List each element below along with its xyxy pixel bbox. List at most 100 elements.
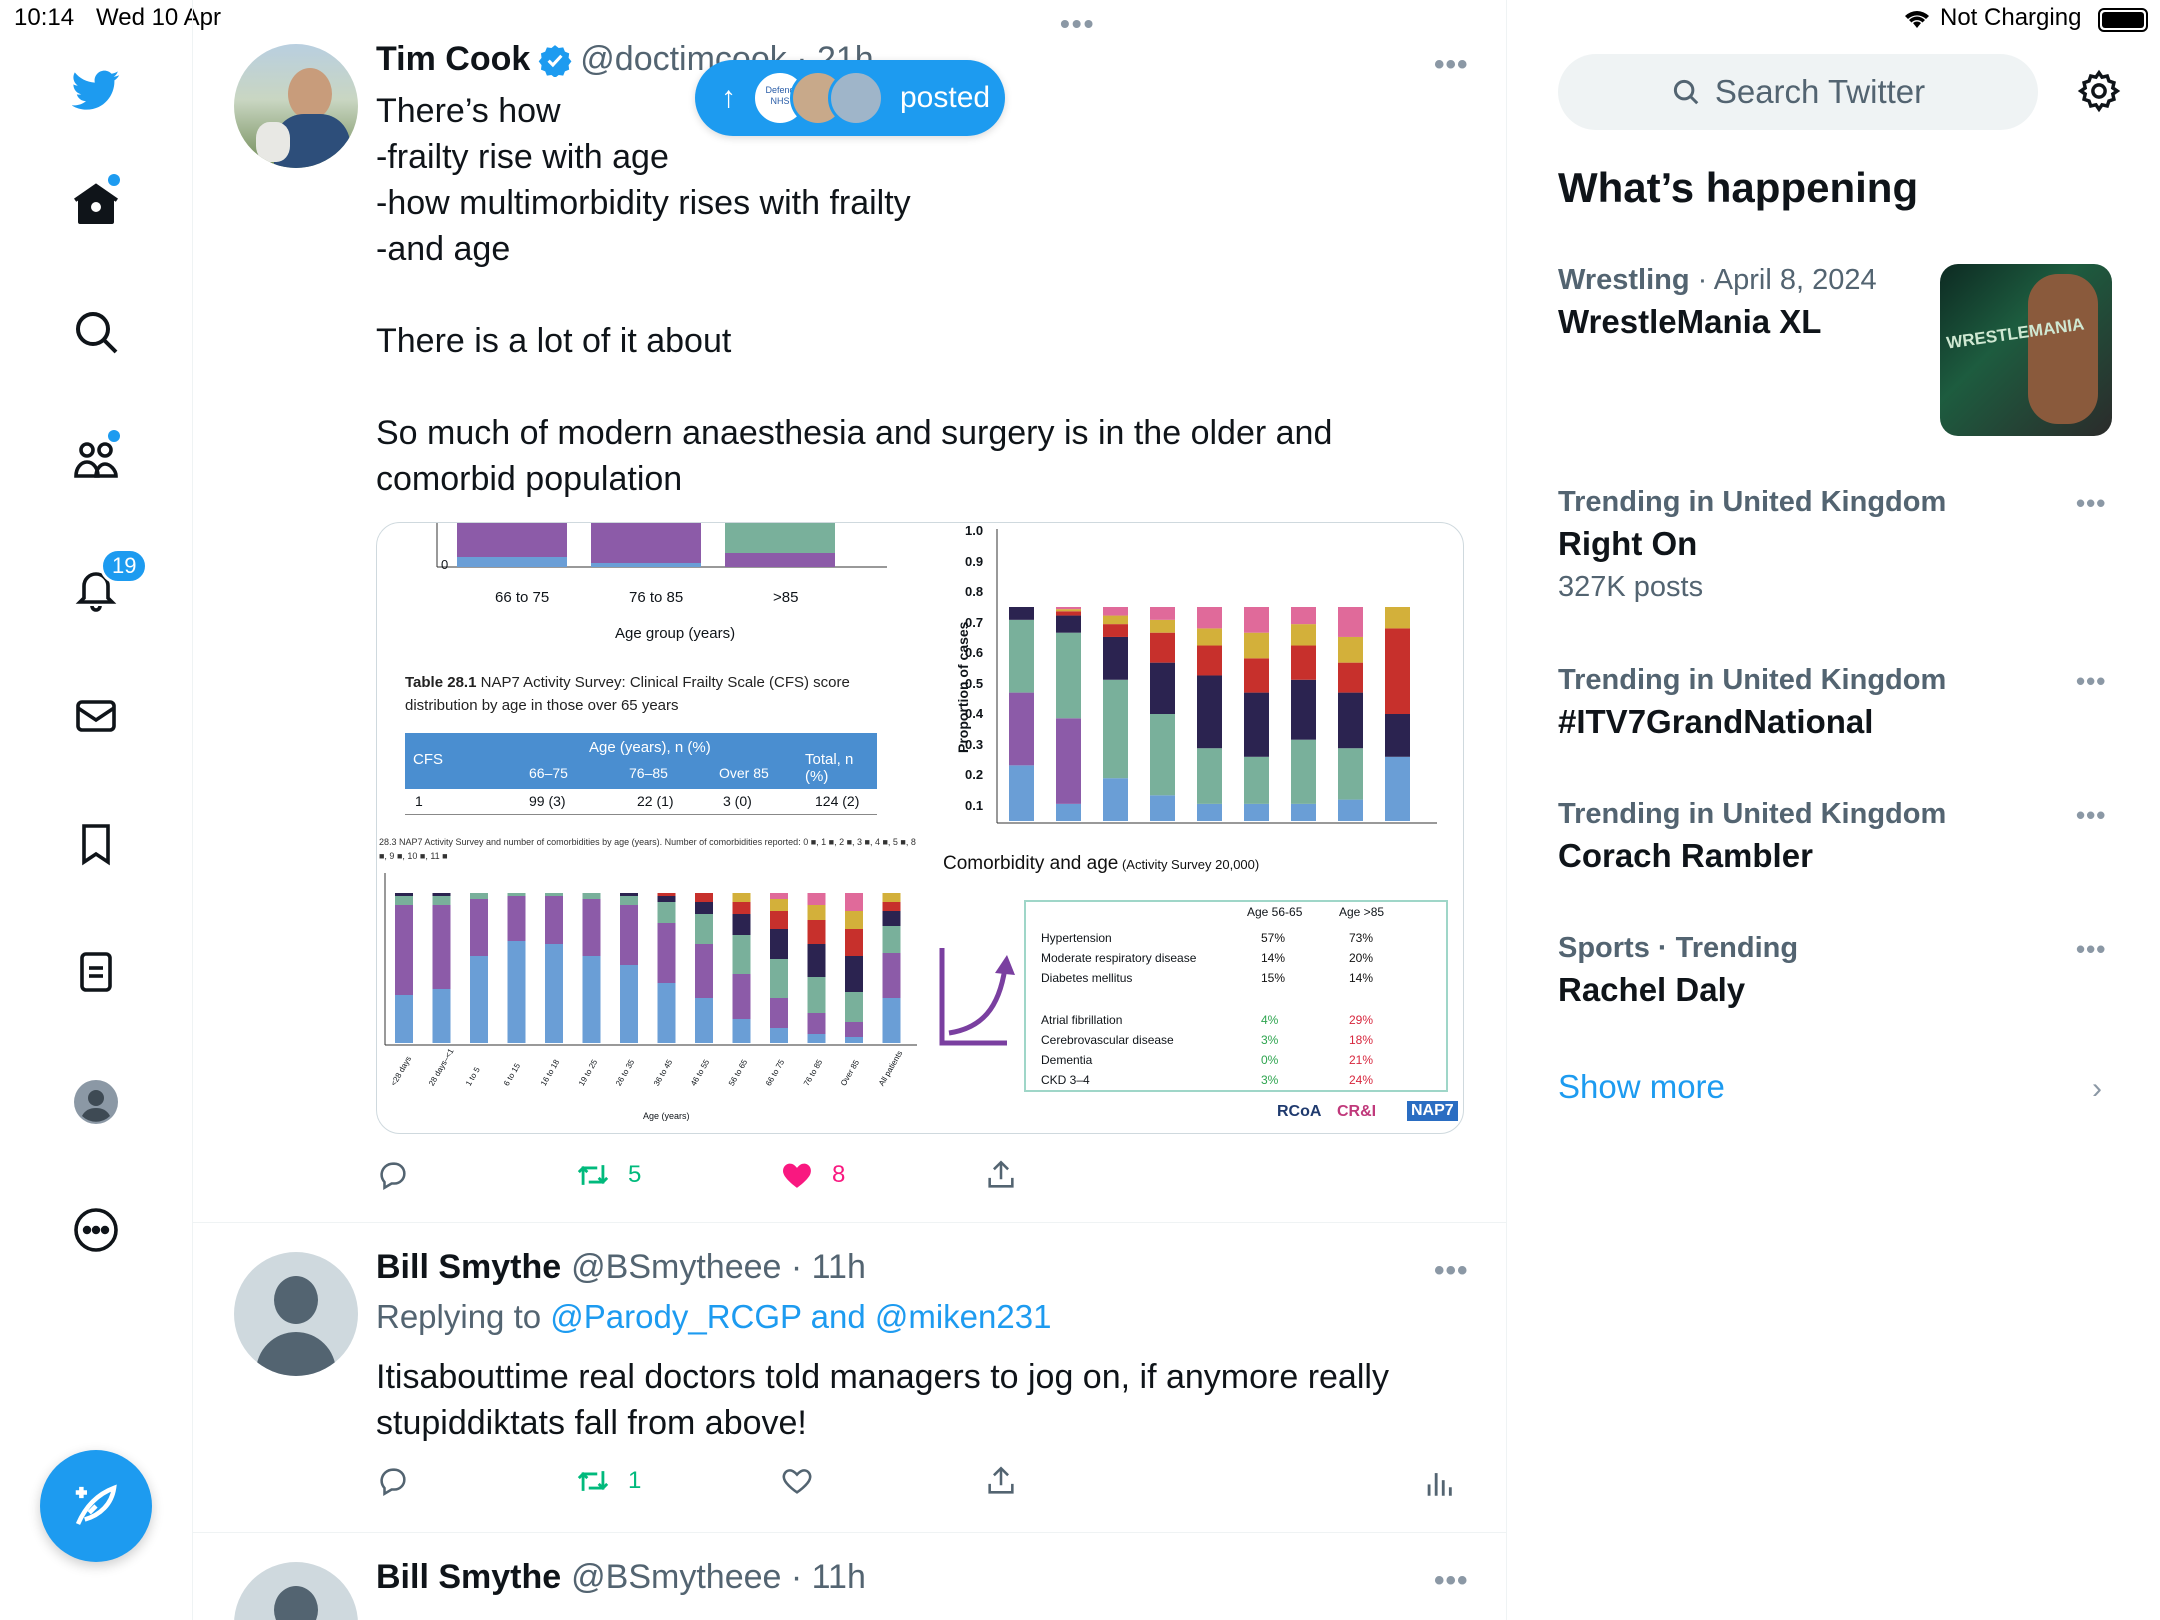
stacked-bar-segment <box>1244 692 1269 757</box>
lists-icon[interactable] <box>66 942 126 1002</box>
tweet1-reply-button[interactable] <box>376 1158 410 1192</box>
show-more-link[interactable]: Show more <box>1558 1068 1725 1106</box>
comorbidity-row-value-over85: 29% <box>1349 1013 1374 1027</box>
trend-category: Trending in United Kingdom <box>1558 486 1947 518</box>
replying-to-users-link[interactable]: @Parody_RCGP and @miken231 <box>550 1298 1051 1335</box>
trend-item[interactable]: Trending in United Kingdom Corach Rambler <box>1558 798 1946 875</box>
search-input[interactable]: Search Twitter <box>1558 54 2038 130</box>
bookmarks-icon[interactable] <box>66 814 126 874</box>
table-cell-total: 124 (2) <box>815 793 860 809</box>
trend-more-button[interactable]: ••• <box>2076 488 2106 519</box>
stacked-bar-segment <box>770 998 788 1028</box>
trend-name: Corach Rambler <box>1558 837 1813 874</box>
stacked-bar-segment <box>845 1037 863 1043</box>
communities-icon[interactable] <box>66 430 126 490</box>
proportion-chart-ytick: 0.5 <box>965 675 984 691</box>
tweet3-avatar[interactable] <box>234 1562 358 1620</box>
comorbidity-row-value-56-65: 3% <box>1261 1033 1279 1047</box>
stacked-bar-segment <box>732 974 751 1019</box>
tweet2-handle[interactable]: @BSmytheee · 11h <box>571 1248 866 1287</box>
stacked-bar-segment <box>1150 662 1175 714</box>
comorbidity-row-value-over85: 21% <box>1349 1053 1374 1067</box>
trend-item[interactable]: Wrestling · April 8, 2024 WrestleMania X… <box>1558 264 1877 341</box>
frailty-chart-xlabel-1: 66 to 75 <box>495 589 550 606</box>
trend-category: Wrestling <box>1558 264 1690 296</box>
tweet3-more-button[interactable]: ••• <box>1434 1564 1469 1598</box>
frailty-chart-xlabel-3: >85 <box>773 589 799 606</box>
stacked-bar-segment <box>620 905 638 965</box>
tweet2-retweet-button[interactable]: 1 <box>576 1464 641 1498</box>
stacked-bar-segment <box>395 995 413 1043</box>
trend-more-button[interactable]: ••• <box>2076 934 2106 965</box>
stacked-bar-segment <box>395 893 413 896</box>
stacked-bar-segment <box>695 944 713 998</box>
trend-item[interactable]: Trending in United Kingdom #ITV7GrandNati… <box>1558 664 1946 741</box>
stacked-bar-segment <box>1056 611 1081 616</box>
stacked-bar-segment <box>1150 795 1175 821</box>
wifi-icon <box>1902 8 1932 35</box>
stacked-bar-segment <box>845 956 863 992</box>
stacked-bar-segment <box>845 911 863 929</box>
tweet2-like-button[interactable] <box>780 1464 814 1498</box>
stacked-bar-segment <box>1338 662 1363 693</box>
comorbidity-row-label: Diabetes mellitus <box>1041 971 1133 985</box>
stacked-bar-segment <box>582 899 601 956</box>
stacked-bar-segment <box>1103 624 1128 637</box>
table-subheader-2: 76–85 <box>629 765 668 781</box>
tweet2-share-button[interactable] <box>984 1464 1018 1498</box>
comorbidity-col2-header: Age >85 <box>1339 905 1385 919</box>
proportion-chart-ytick: 1.0 <box>965 523 984 538</box>
new-posts-pill[interactable]: ↑ Defend NHS posted <box>695 60 1005 136</box>
tweet3-handle[interactable]: @BSmytheee · 11h <box>571 1558 866 1597</box>
tweet1-more-button[interactable]: ••• <box>1434 48 1469 82</box>
tweet3-author-name[interactable]: Bill Smythe <box>376 1558 561 1597</box>
tweet1-share-button[interactable] <box>984 1158 1018 1192</box>
tweet2-author-name[interactable]: Bill Smythe <box>376 1248 561 1287</box>
comorbidity-row-value-56-65: 14% <box>1261 951 1286 965</box>
trend-item[interactable]: Trending in United Kingdom Right On 327K p… <box>1558 486 1946 604</box>
tweet1-avatar[interactable] <box>234 44 358 168</box>
stacked-bar-segment <box>1009 692 1034 766</box>
stacked-bar-segment <box>1385 714 1410 757</box>
settings-gear-icon[interactable] <box>2076 68 2122 119</box>
twitter-logo-icon[interactable] <box>66 60 126 120</box>
multitask-dots-icon[interactable]: ••• <box>1060 8 1095 40</box>
proportion-chart-ytick: 0.4 <box>965 706 984 721</box>
compose-tweet-button[interactable] <box>40 1450 152 1562</box>
comorbidity-row-value-56-65: 4% <box>1261 1013 1279 1027</box>
trend-meta-date: · April 8, 2024 <box>1689 264 1877 296</box>
comorbidity-title-main: Comorbidity and age <box>943 853 1119 874</box>
heart-icon <box>782 1469 812 1494</box>
trend-more-button[interactable]: ••• <box>2076 666 2106 697</box>
verified-badge-icon <box>538 43 572 77</box>
chevron-right-icon[interactable]: › <box>2092 1072 2102 1106</box>
explore-search-icon[interactable] <box>66 302 126 362</box>
messages-envelope-icon[interactable] <box>66 686 126 746</box>
trend-thumbnail-image[interactable]: WRESTLEMANIA <box>1940 264 2112 436</box>
proportion-chart-ytick: 0.6 <box>965 645 984 660</box>
tweet1-like-button[interactable]: 8 <box>780 1158 845 1192</box>
tweet2-reply-button[interactable] <box>376 1464 410 1498</box>
tweet2-analytics-button[interactable] <box>1422 1466 1456 1500</box>
stacked-bar-segment <box>807 893 826 905</box>
comorbidity-chart-caption: 28.3 NAP7 Activity Survey and number of … <box>379 837 916 861</box>
stacked-bar-segment <box>1009 607 1034 620</box>
notifications-bell-icon[interactable]: 19 <box>66 548 149 618</box>
battery-status-text: Not Charging <box>1940 4 2082 31</box>
tweet1-retweet-button[interactable]: 5 <box>576 1158 641 1192</box>
tweet2-avatar[interactable] <box>234 1252 358 1376</box>
stacked-bar-segment <box>1103 778 1128 821</box>
tweet1-media[interactable]: 0 66 to 75 76 to 85 >85 Age group (years… <box>376 522 1464 1134</box>
more-options-circle-icon[interactable] <box>66 1200 126 1260</box>
home-icon[interactable] <box>66 174 126 234</box>
stacked-bar-segment <box>1056 615 1081 633</box>
table-cell-66-75: 99 (3) <box>529 793 566 809</box>
stacked-bar-segment <box>732 914 751 935</box>
table-header-cfs: CFS <box>413 751 443 768</box>
trend-item[interactable]: Sports · Trending Rachel Daly <box>1558 932 1798 1009</box>
tweet1-author-name[interactable]: Tim Cook <box>376 40 530 79</box>
stacked-bar-segment <box>1150 607 1175 620</box>
tweet2-more-button[interactable]: ••• <box>1434 1254 1469 1288</box>
profile-avatar-icon[interactable] <box>66 1072 126 1132</box>
trend-more-button[interactable]: ••• <box>2076 800 2106 831</box>
